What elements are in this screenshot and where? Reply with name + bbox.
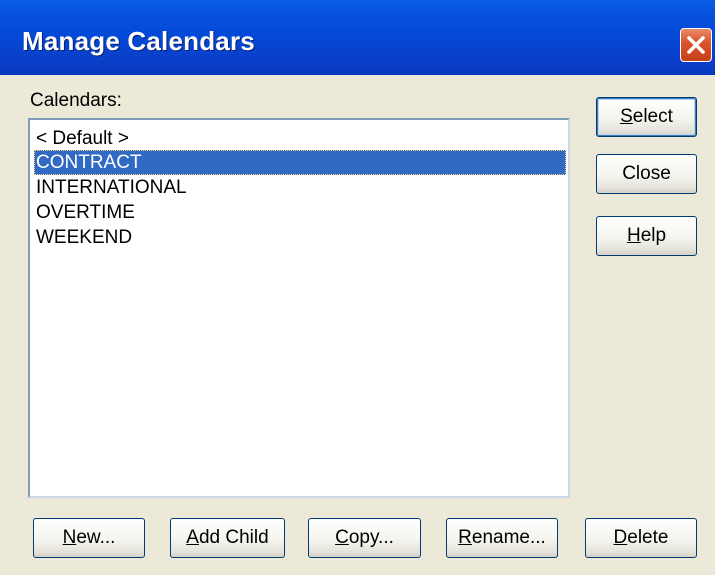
copy-button[interactable]: Copy...	[308, 518, 421, 558]
calendars-label: Calendars:	[30, 90, 122, 111]
list-item[interactable]: WEEKEND	[34, 225, 132, 250]
list-item[interactable]: INTERNATIONAL	[34, 175, 187, 200]
help-button[interactable]: Help	[596, 216, 697, 256]
list-item[interactable]: < Default >	[34, 126, 129, 151]
close-icon	[687, 36, 705, 54]
manage-calendars-dialog: Manage Calendars Calendars: < Default > …	[0, 0, 715, 575]
list-item[interactable]: OVERTIME	[34, 200, 135, 225]
list-item-selected[interactable]: CONTRACT	[34, 150, 566, 175]
delete-button[interactable]: Delete	[585, 518, 697, 558]
new-button[interactable]: New...	[33, 518, 145, 558]
title-bar[interactable]: Manage Calendars	[0, 0, 715, 75]
calendars-listbox[interactable]: < Default > CONTRACT INTERNATIONAL OVERT…	[28, 118, 570, 498]
add-child-button[interactable]: Add Child	[170, 518, 285, 558]
close-button[interactable]: Close	[596, 154, 697, 194]
select-button[interactable]: Select	[596, 97, 697, 137]
window-title: Manage Calendars	[22, 26, 255, 56]
rename-button[interactable]: Rename...	[446, 518, 558, 558]
window-close-button[interactable]	[680, 28, 712, 62]
